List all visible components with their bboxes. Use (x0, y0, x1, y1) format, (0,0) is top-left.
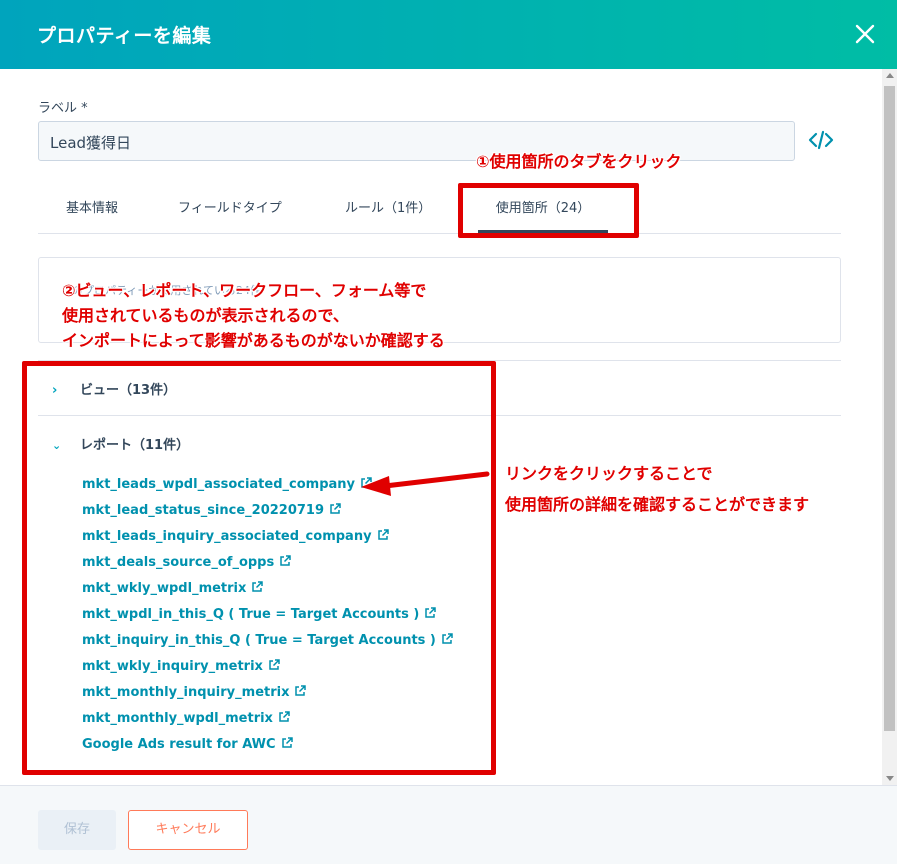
tab-basic-info[interactable]: 基本情報 (66, 187, 118, 233)
modal-footer: 保存 キャンセル (0, 785, 897, 864)
annotation-arrow (361, 471, 490, 496)
annotation-step2-line3: インポートによって影響があるものがないか確認する (62, 331, 445, 350)
annotation-step2-line2: 使用されているものが表示されるので、 (62, 306, 349, 325)
close-icon[interactable] (853, 22, 877, 46)
annotation-step2-line1: ②ビュー、レポート、ワークフロー、フォーム等で (62, 281, 427, 300)
label-field-label: ラベル * (38, 101, 88, 116)
save-button[interactable]: 保存 (38, 810, 116, 850)
scrollbar-thumb[interactable] (884, 86, 895, 731)
scroll-down-icon[interactable] (886, 776, 894, 781)
annotation-step3-line1: リンクをクリックすることで (505, 464, 713, 483)
tab-field-type[interactable]: フィールドタイプ (178, 187, 282, 233)
annotation-step3-line2: 使用箇所の詳細を確認することができます (505, 495, 810, 514)
code-icon[interactable] (808, 129, 834, 151)
tab-bar: 基本情報 フィールドタイプ ルール（1件） 使用箇所（24） (38, 187, 841, 234)
annotation-step3: リンクをクリックすることで 使用箇所の詳細を確認することができます (505, 458, 809, 520)
annotation-step2: ②ビュー、レポート、ワークフロー、フォーム等で 使用されているものが表示されるの… (62, 278, 445, 353)
vertical-scrollbar[interactable] (882, 69, 897, 785)
scroll-up-icon[interactable] (886, 73, 894, 78)
tab-rules[interactable]: ルール（1件） (345, 187, 431, 233)
annotation-step1: ①使用箇所のタブをクリック (476, 152, 682, 171)
cancel-button[interactable]: キャンセル (128, 810, 248, 850)
modal-header: プロパティーを編集 (0, 0, 897, 69)
annotation-box-usage-tab (458, 183, 639, 238)
annotation-box-sections (22, 361, 496, 775)
modal-title: プロパティーを編集 (37, 25, 212, 47)
